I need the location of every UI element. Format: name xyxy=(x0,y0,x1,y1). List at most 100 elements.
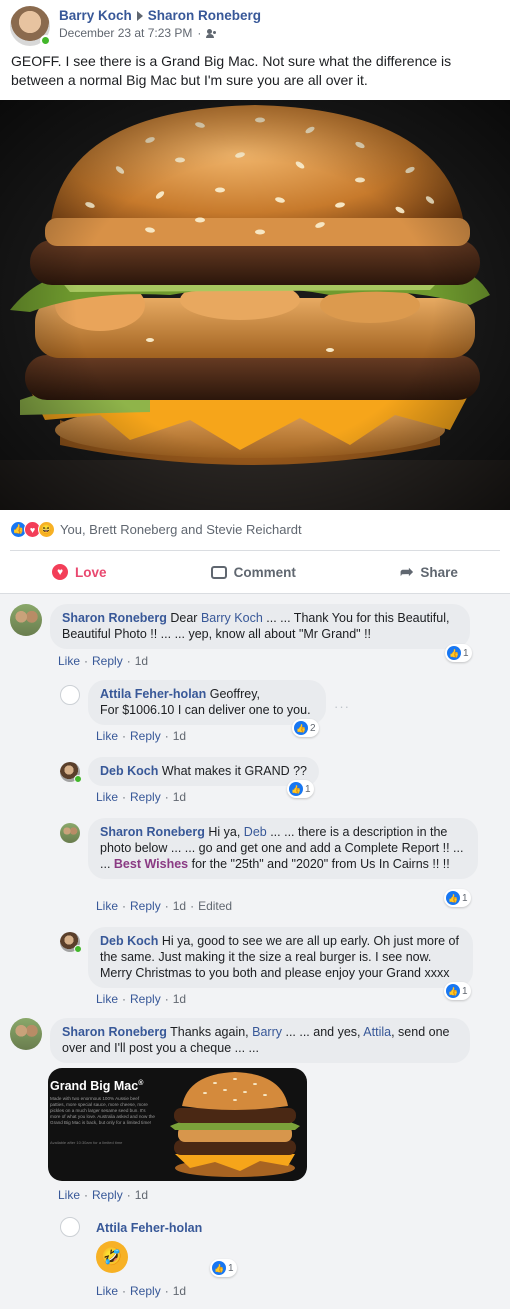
reactions-summary[interactable]: 👍 ♥ 😆 You, Brett Roneberg and Stevie Rei… xyxy=(10,521,302,538)
like-icon: 👍 xyxy=(446,891,460,905)
comment-bubble: Sharon Roneberg Thanks again, Barry ... … xyxy=(50,1018,470,1063)
mention-link[interactable]: Deb xyxy=(244,825,267,839)
like-link[interactable]: Like xyxy=(96,790,118,804)
heart-icon: ♥ xyxy=(52,564,69,580)
love-button[interactable]: ♥ Love xyxy=(52,564,107,580)
post-header: Barry Koch Sharon Roneberg December 23 a… xyxy=(10,6,261,46)
reply-link[interactable]: Reply xyxy=(92,654,123,668)
highlighted-text: Best Wishes xyxy=(113,857,189,871)
like-icon: 👍 xyxy=(447,646,461,660)
comment-author[interactable]: Sharon Roneberg xyxy=(62,611,167,625)
comment-author[interactable]: Deb Koch xyxy=(100,934,158,948)
comment-author[interactable]: Attila Feher-holan xyxy=(100,687,206,701)
post-names: Barry Koch Sharon Roneberg xyxy=(59,8,261,23)
comment: Sharon Roneberg Thanks again, Barry ... … xyxy=(10,1018,470,1063)
reply-link[interactable]: Reply xyxy=(130,992,161,1006)
arrow-right-icon xyxy=(136,10,143,21)
post-actions-bar: ♥ Love Comment ➦ Share xyxy=(0,558,510,586)
share-icon: ➦ xyxy=(400,564,414,581)
like-icon: 👍 xyxy=(289,782,303,796)
post-meta: December 23 at 7:23 PM · xyxy=(59,26,261,40)
avatar[interactable] xyxy=(60,1217,80,1237)
online-status-dot xyxy=(40,35,51,46)
comment-bubble: Deb Koch Hi ya, good to see we are all u… xyxy=(88,927,473,988)
avatar[interactable] xyxy=(60,823,80,843)
burger-illustration xyxy=(0,100,510,510)
comment-actions: Like · Reply · 1d xyxy=(58,654,149,668)
comment-time[interactable]: 1d xyxy=(135,1188,148,1202)
avatar[interactable] xyxy=(10,604,42,636)
comment: Sharon Roneberg Dear Barry Koch ... ... … xyxy=(10,604,470,649)
haha-icon: 😆 xyxy=(38,521,55,538)
comment-bubble: Sharon Roneberg Dear Barry Koch ... ... … xyxy=(50,604,470,649)
friends-icon[interactable] xyxy=(206,28,218,38)
comment-time[interactable]: 1d xyxy=(173,729,186,743)
reply-link[interactable]: Reply xyxy=(130,899,161,913)
comment-button[interactable]: Comment xyxy=(210,564,296,580)
post-timestamp[interactable]: December 23 at 7:23 PM xyxy=(59,26,192,40)
online-status-dot xyxy=(74,775,82,783)
author-avatar[interactable] xyxy=(10,6,51,46)
comment-time[interactable]: 1d xyxy=(173,899,186,913)
like-link[interactable]: Like xyxy=(96,1284,118,1298)
comment-actions: Like · Reply · 1d xyxy=(58,1188,149,1202)
avatar[interactable] xyxy=(60,762,82,783)
reply-comment: Attila Feher-holan xyxy=(60,1217,202,1237)
comment-label: Comment xyxy=(233,564,296,580)
avatar[interactable] xyxy=(10,1018,42,1050)
share-button[interactable]: ➦ Share xyxy=(400,562,458,582)
more-options-icon[interactable]: ··· xyxy=(334,699,350,714)
divider xyxy=(10,550,500,551)
reply-comment: Attila Feher-holan Geoffrey, For $1006.1… xyxy=(60,680,326,725)
recipient-name-link[interactable]: Sharon Roneberg xyxy=(148,8,261,23)
author-name-link[interactable]: Barry Koch xyxy=(59,8,132,23)
share-label: Share xyxy=(420,564,458,580)
comment-time[interactable]: 1d xyxy=(173,790,186,804)
reply-comment: Deb Koch Hi ya, good to see we are all u… xyxy=(60,927,473,988)
comment-time[interactable]: 1d xyxy=(173,992,186,1006)
comment-author[interactable]: Sharon Roneberg xyxy=(100,825,205,839)
comment-like-count[interactable]: 👍 1 xyxy=(210,1259,237,1277)
grand-big-mac-attachment[interactable]: Grand Big Mac® Made with two enormous 10… xyxy=(48,1068,307,1181)
avatar[interactable] xyxy=(60,685,80,705)
reply-link[interactable]: Reply xyxy=(130,729,161,743)
attachment-description: Made with two enormous 100% Aussie beef … xyxy=(50,1096,155,1125)
comment-actions: Like · Reply · 1d xyxy=(96,1284,187,1298)
comment-author[interactable]: Attila Feher-holan xyxy=(96,1221,202,1235)
reply-comment: Sharon Roneberg Hi ya, Deb ... ... there… xyxy=(60,818,478,879)
attachment-burger-image xyxy=(170,1072,300,1177)
like-link[interactable]: Like xyxy=(58,654,80,668)
like-icon: 👍 xyxy=(294,721,308,735)
comment-like-count[interactable]: 👍 2 xyxy=(292,719,319,737)
comment-time[interactable]: 1d xyxy=(135,654,148,668)
reply-link[interactable]: Reply xyxy=(92,1188,123,1202)
comment-like-count[interactable]: 👍 1 xyxy=(444,982,471,1000)
edited-label[interactable]: Edited xyxy=(198,899,232,913)
comment-like-count[interactable]: 👍 1 xyxy=(444,889,471,907)
online-status-dot xyxy=(74,945,82,953)
comment-actions: Like · Reply · 1d · Edited xyxy=(96,899,233,913)
reply-link[interactable]: Reply xyxy=(130,790,161,804)
comment-author[interactable]: Deb Koch xyxy=(100,764,158,778)
comment-actions: Like · Reply · 1d xyxy=(96,729,187,743)
mention-link[interactable]: Barry Koch xyxy=(201,611,263,625)
comment-like-count[interactable]: 👍 1 xyxy=(445,644,472,662)
like-link[interactable]: Like xyxy=(96,729,118,743)
mention-link[interactable]: Attila xyxy=(363,1025,391,1039)
reply-link[interactable]: Reply xyxy=(130,1284,161,1298)
comment-bubble: Attila Feher-holan Geoffrey, For $1006.1… xyxy=(88,680,326,725)
avatar[interactable] xyxy=(60,932,82,953)
comment-author[interactable]: Sharon Roneberg xyxy=(62,1025,167,1039)
burger-photo[interactable] xyxy=(0,100,510,510)
like-link[interactable]: Like xyxy=(58,1188,80,1202)
like-link[interactable]: Like xyxy=(96,899,118,913)
reaction-names[interactable]: You, Brett Roneberg and Stevie Reichardt xyxy=(60,522,302,537)
like-icon: 👍 xyxy=(446,984,460,998)
comment-like-count[interactable]: 👍 1 xyxy=(287,780,314,798)
mention-link[interactable]: Barry xyxy=(252,1025,282,1039)
reply-comment: Deb Koch What makes it GRAND ?? xyxy=(60,757,320,786)
like-icon: 👍 xyxy=(212,1261,226,1275)
like-link[interactable]: Like xyxy=(96,992,118,1006)
comment-time[interactable]: 1d xyxy=(173,1284,186,1298)
comment-actions: Like · Reply · 1d xyxy=(96,992,187,1006)
